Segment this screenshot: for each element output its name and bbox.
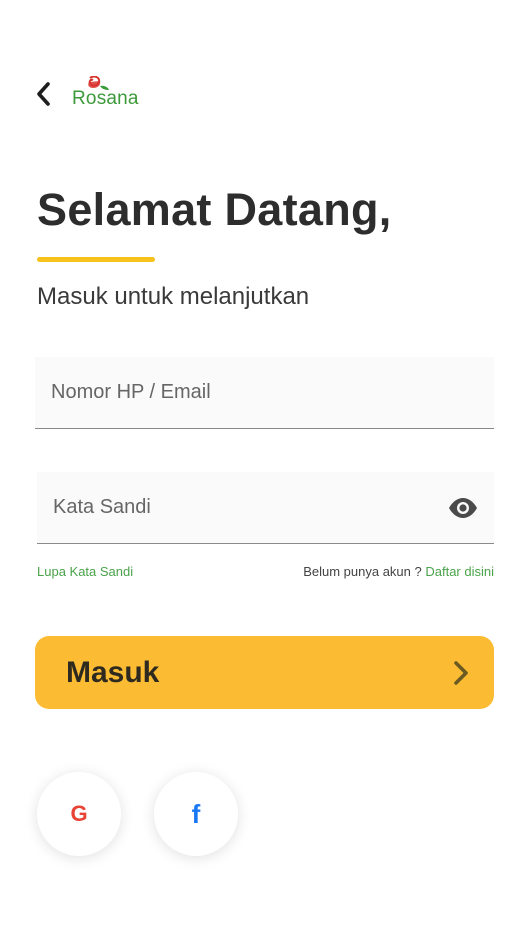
- top-bar: Rosana: [30, 72, 139, 116]
- title-underline: [37, 257, 155, 262]
- auth-links-row: Lupa Kata Sandi Belum punya akun ? Dafta…: [37, 564, 494, 579]
- password-field: [37, 472, 494, 544]
- login-button-label: Masuk: [66, 655, 160, 689]
- register-link[interactable]: Daftar disini: [425, 564, 494, 579]
- login-button[interactable]: Masuk: [35, 636, 494, 709]
- rosana-logo: Rosana: [72, 74, 139, 114]
- no-account-text: Belum punya akun ?: [303, 564, 422, 579]
- facebook-icon: f: [191, 798, 201, 829]
- phone-email-input[interactable]: [51, 381, 478, 404]
- toggle-password-button[interactable]: [447, 491, 478, 525]
- google-icon: G: [70, 801, 88, 826]
- chevron-right-icon: [454, 660, 468, 685]
- chevron-left-icon: [37, 82, 50, 106]
- facebook-login-button[interactable]: f: [154, 772, 238, 856]
- phone-email-field: [35, 357, 494, 429]
- page-title: Selamat Datang,: [37, 184, 392, 235]
- password-input[interactable]: [53, 496, 440, 519]
- google-login-button[interactable]: G: [37, 772, 121, 856]
- rose-icon: [88, 76, 109, 90]
- back-button[interactable]: [30, 72, 56, 116]
- forgot-password-link[interactable]: Lupa Kata Sandi: [37, 564, 133, 579]
- eye-icon: [448, 497, 477, 518]
- register-prompt: Belum punya akun ? Daftar disini: [303, 564, 494, 579]
- page-subtitle: Masuk untuk melanjutkan: [37, 283, 310, 310]
